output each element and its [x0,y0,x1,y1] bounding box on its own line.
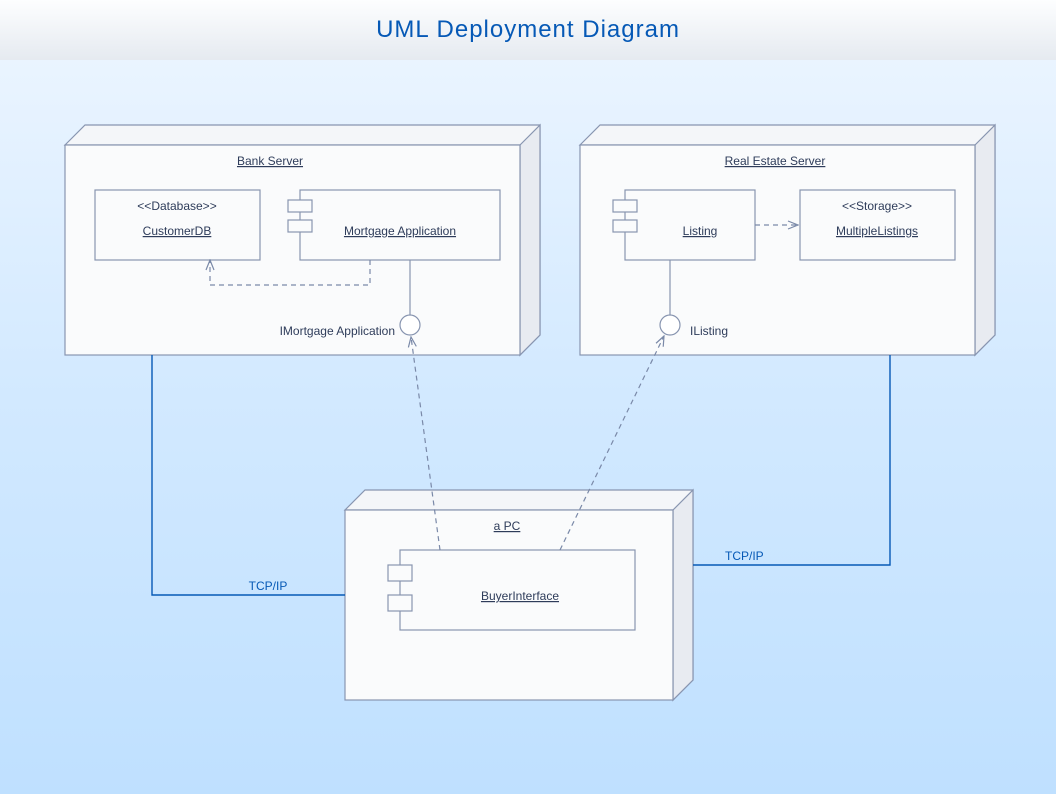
diagram-svg: Bank Server <<Database>> CustomerDB Mort… [0,60,1056,794]
multiplelistings-stereotype: <<Storage>> [842,199,912,213]
buyerinterface-component: BuyerInterface [388,550,635,630]
customerdb-stereotype: <<Database>> [137,199,216,213]
multiplelistings-label: MultipleListings [836,224,918,238]
listing-interface-circle [660,315,680,335]
customerdb-label: CustomerDB [143,224,212,238]
mortgage-app-component: Mortgage Application [288,190,500,260]
mortgage-app-label: Mortgage Application [344,224,456,238]
page-title: UML Deployment Diagram [376,16,680,44]
bank-server-label: Bank Server [237,154,303,168]
listing-component: Listing [613,190,755,260]
customerdb-component: <<Database>> CustomerDB [95,190,260,260]
mortgage-interface-circle [400,315,420,335]
tcp-bank-to-pc [152,355,345,595]
multiplelistings-component: <<Storage>> MultipleListings [800,190,955,260]
imortgage-label: IMortgage Application [280,324,395,338]
real-estate-server-label: Real Estate Server [725,154,826,168]
ilisting-label: IListing [690,324,728,338]
title-bar: UML Deployment Diagram [0,0,1056,60]
diagram-canvas: Bank Server <<Database>> CustomerDB Mort… [0,60,1056,794]
pc-label: a PC [494,519,521,533]
tcp2-label: TCP/IP [725,549,764,563]
tcp-realestate-to-pc [693,355,890,565]
listing-label: Listing [683,224,718,238]
buyerinterface-label: BuyerInterface [481,589,559,603]
tcp1-label: TCP/IP [249,579,288,593]
